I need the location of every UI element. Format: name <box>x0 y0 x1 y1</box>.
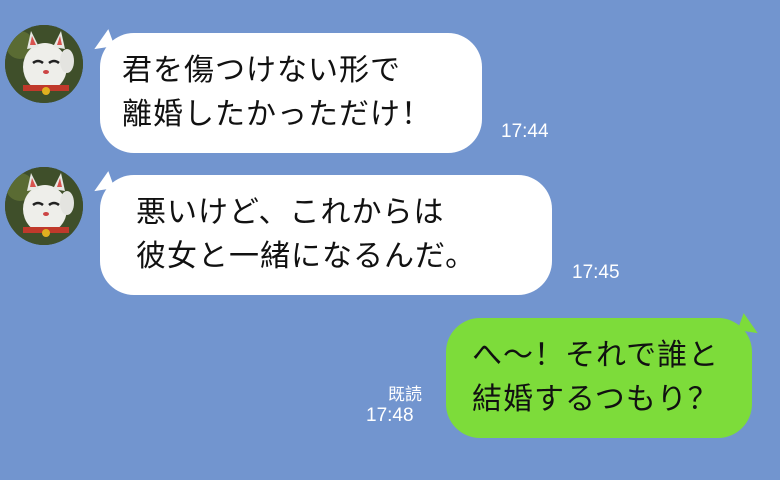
message-bubble-outgoing[interactable]: へ〜！それで誰と 結婚するつもり？ <box>446 318 752 438</box>
lucky-cat-avatar-icon <box>5 167 83 245</box>
message-timestamp: 17:45 <box>572 262 620 283</box>
message-timestamp: 17:44 <box>501 121 549 142</box>
message-text-line: 彼女と一緒になるんだ。 <box>136 239 477 274</box>
message-text-line: 離婚したかっただけ！ <box>122 97 432 132</box>
message-text-line: 君を傷つけない形で <box>122 53 401 88</box>
message-text-line: へ〜！それで誰と <box>472 338 720 373</box>
message-text-line: 悪いけど、これからは <box>136 195 445 230</box>
message-text-line: 結婚するつもり？ <box>472 382 719 417</box>
read-receipt: 既読 <box>388 385 422 405</box>
lucky-cat-avatar-icon <box>5 25 83 103</box>
message-timestamp: 17:48 <box>366 405 414 426</box>
message-bubble-incoming[interactable]: 君を傷つけない形で 離婚したかっただけ！ <box>100 33 482 153</box>
contact-avatar[interactable] <box>5 25 83 103</box>
message-bubble-incoming[interactable]: 悪いけど、これからは 彼女と一緒になるんだ。 <box>100 175 552 295</box>
contact-avatar[interactable] <box>5 167 83 245</box>
